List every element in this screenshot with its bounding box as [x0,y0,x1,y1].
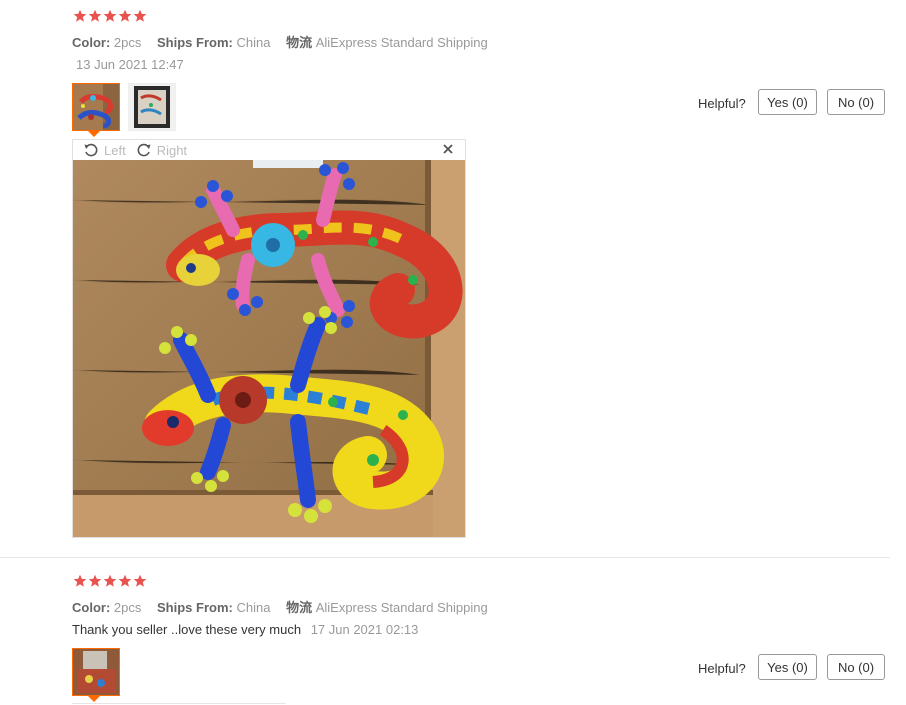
review-photo-large [73,160,465,537]
star-icon [73,9,87,22]
helpful-yes-button[interactable]: Yes (0) [758,89,817,115]
star-icon [118,9,132,22]
rotate-right-icon [137,143,151,157]
gecko-photo-image [73,160,465,537]
color-label: Color: [72,600,111,615]
ships-from-label: Ships From: [157,600,233,615]
helpful-label: Helpful? [698,661,746,676]
star-rating [73,574,147,588]
logistics-value: AliExpress Standard Shipping [315,35,488,50]
logistics-label: 物流 [286,600,313,615]
ships-from-label: Ships From: [157,35,233,50]
review-date: 13 Jun 2021 12:47 [76,57,184,72]
star-icon [73,574,87,587]
image-viewer: Left Right [72,139,466,538]
star-icon [133,574,147,587]
active-thumbnail-pointer [88,131,100,137]
review-photo-thumbnail[interactable] [72,648,120,696]
star-icon [133,9,147,22]
product-photo-thumbnail-image [73,649,119,695]
color-label: Color: [72,35,111,50]
review-item: Color: 2pcs Ships From: China 物流 AliExpr… [0,557,906,705]
star-rating [73,9,147,23]
helpful-yes-button[interactable]: Yes (0) [758,654,817,680]
rotate-left-label: Left [104,142,126,158]
review-attributes: Color: 2pcs Ships From: China 物流 AliExpr… [72,32,488,51]
star-icon [88,9,102,22]
review-feedback-text: Thank you seller ..love these very much … [72,622,418,637]
rotate-left-icon [84,143,98,157]
rotate-right-button[interactable]: Right [136,142,187,158]
rotate-right-label: Right [156,142,188,158]
review-photo-thumbnail[interactable] [72,83,120,131]
helpful-label: Helpful? [698,96,746,111]
star-icon [103,574,117,587]
review-item: Color: 2pcs Ships From: China 物流 AliExpr… [0,0,906,557]
feedback-text: Thank you seller ..love these very much [72,622,302,637]
image-viewer-top-edge [72,703,286,704]
helpful-no-button[interactable]: No (0) [827,89,885,115]
ships-from-value: China [236,600,271,615]
close-icon[interactable] [441,142,455,156]
image-viewer-toolbar: Left Right [73,140,465,160]
star-icon [103,9,117,22]
star-icon [118,574,132,587]
review-attributes: Color: 2pcs Ships From: China 物流 AliExpr… [72,597,488,616]
helpful-no-button[interactable]: No (0) [827,654,885,680]
color-value: 2pcs [113,35,142,50]
review-date: 17 Jun 2021 02:13 [310,622,419,637]
star-icon [88,574,102,587]
product-package-thumbnail-image [129,84,175,130]
ships-from-value: China [236,35,271,50]
active-thumbnail-pointer [88,696,100,702]
logistics-label: 物流 [286,35,313,50]
rotate-left-button[interactable]: Left [83,142,126,158]
gecko-thumbnail-image [73,84,119,130]
logistics-value: AliExpress Standard Shipping [315,600,488,615]
review-photo-thumbnail[interactable] [128,83,176,131]
color-value: 2pcs [113,600,142,615]
